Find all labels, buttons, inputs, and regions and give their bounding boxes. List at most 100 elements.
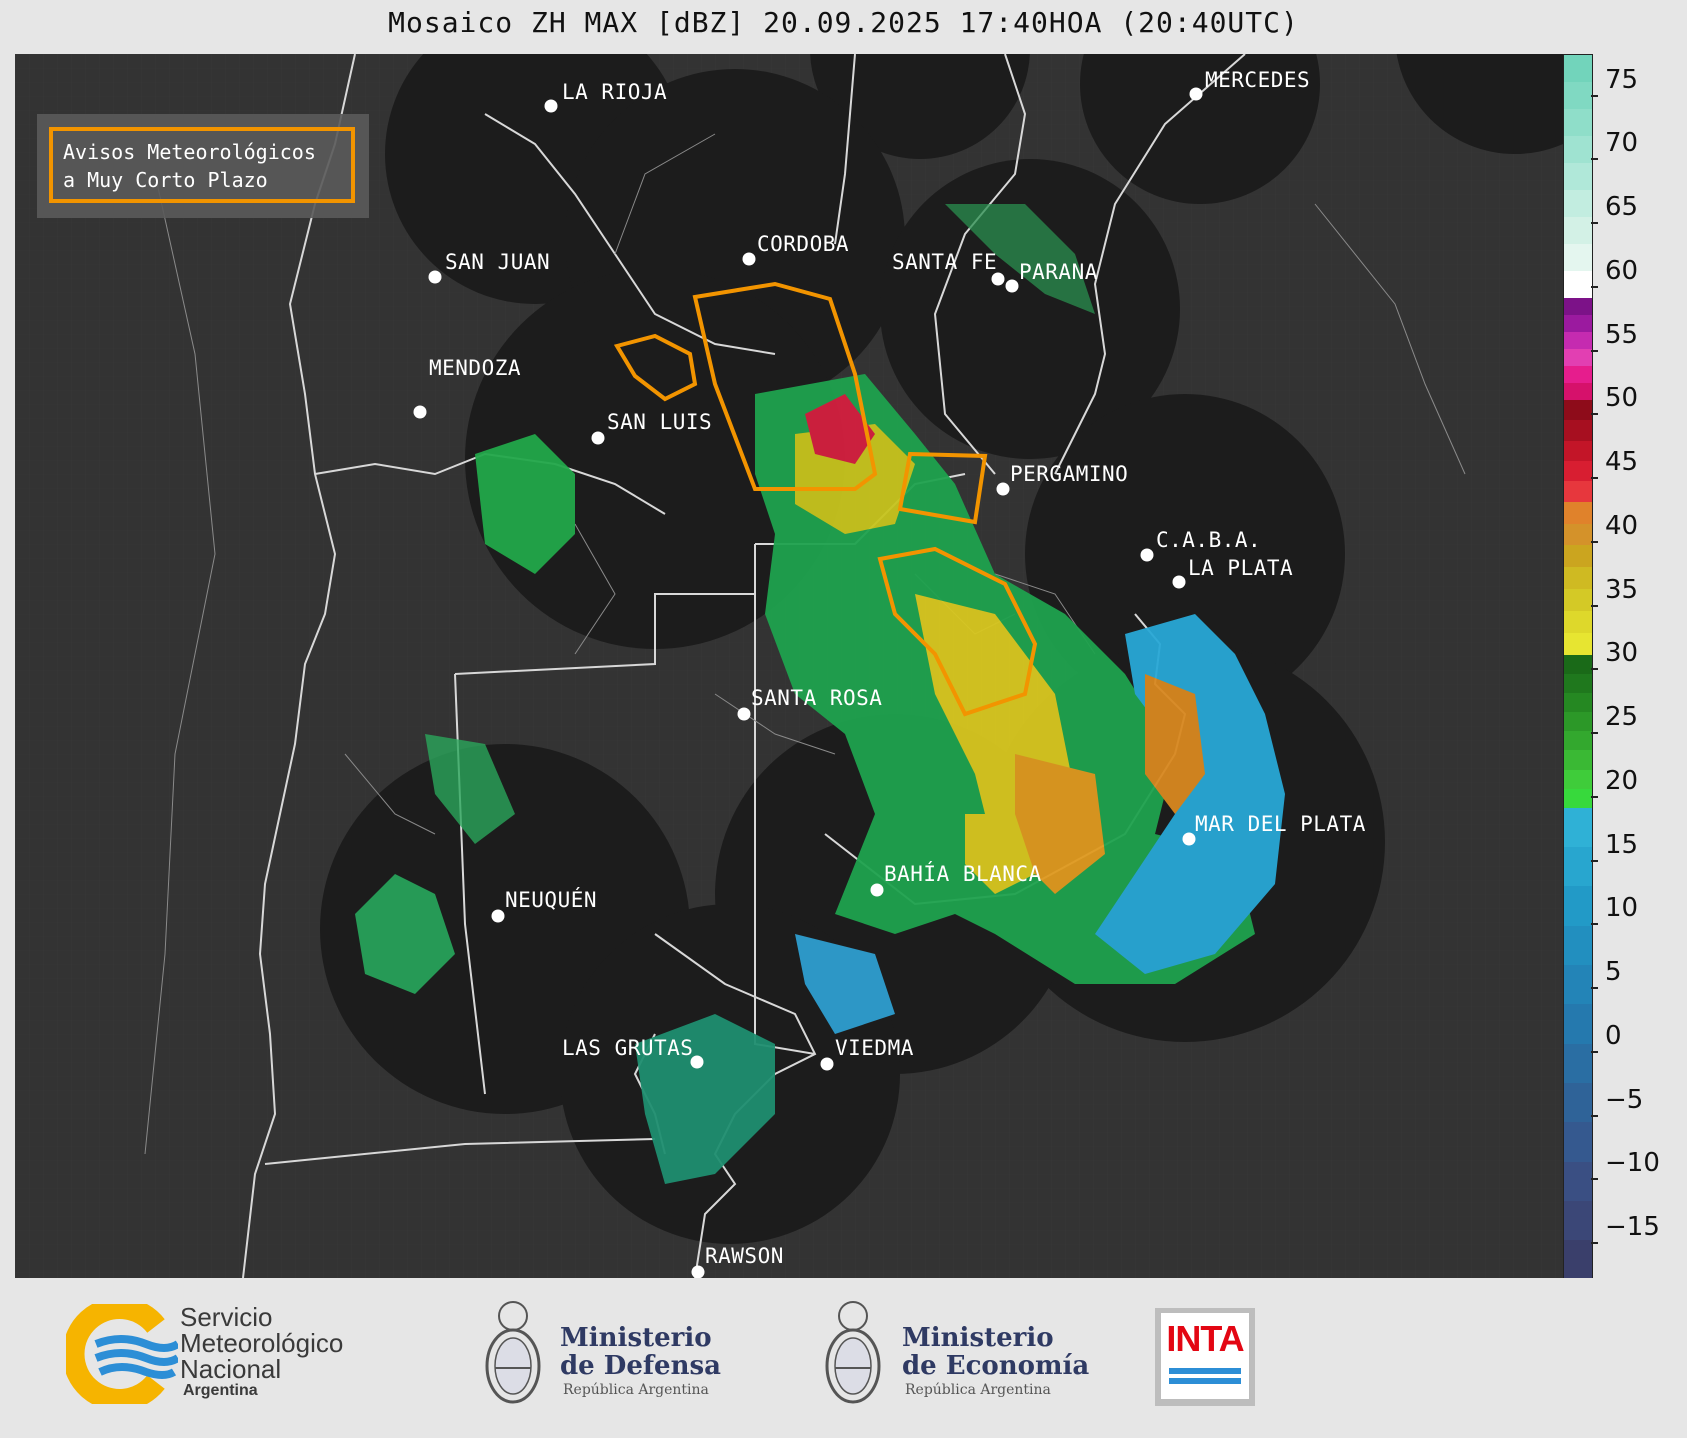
- colorbar-band: [1564, 348, 1592, 366]
- colorbar-band: [1564, 81, 1592, 110]
- city-label-santa-rosa: SANTA ROSA: [751, 686, 883, 710]
- city-label-caba: C.A.B.A.: [1156, 528, 1262, 552]
- smn-country: Argentina: [183, 1382, 258, 1399]
- colorbar-band: [1564, 588, 1592, 612]
- colorbar-tick-label: 70: [1590, 128, 1638, 173]
- colorbar-band: [1564, 769, 1592, 789]
- colorbar-band: [1564, 480, 1592, 502]
- city-marker: [991, 272, 1005, 286]
- colorbar-band: [1564, 632, 1592, 655]
- city-label-parana: PARANA: [1019, 260, 1098, 284]
- smn-logo-icon: [66, 1304, 178, 1404]
- colorbar-tick-label: 45: [1590, 447, 1638, 492]
- colorbar-band: [1564, 964, 1592, 1005]
- colorbar-band: [1564, 1239, 1592, 1280]
- colorbar-tick-label: −15: [1591, 1212, 1660, 1257]
- colorbar-tick-label: 10: [1590, 893, 1638, 938]
- colorbar-band: [1564, 846, 1592, 887]
- city-marker: [1005, 279, 1019, 293]
- colorbar-band: [1564, 711, 1592, 732]
- colorbar-tick-label: 15: [1590, 830, 1638, 875]
- colorbar-band: [1564, 1043, 1592, 1083]
- defensa-title: Ministerio de Defensa: [560, 1323, 721, 1381]
- colorbar-band: [1564, 440, 1592, 461]
- city-marker: [691, 1265, 705, 1279]
- city-label-la-plata: LA PLATA: [1188, 556, 1294, 580]
- city-marker: [428, 270, 442, 284]
- inta-label: INTA: [1166, 1318, 1244, 1359]
- inta-logo: INTA: [1155, 1308, 1255, 1406]
- smn-logo-text: Servicio Meteorológico Nacional: [180, 1302, 344, 1384]
- city-label-viedma: VIEDMA: [835, 1036, 914, 1060]
- radar-map[interactable]: Avisos Meteorológicos a Muy Corto Plazo …: [15, 54, 1563, 1279]
- colorbar-band: [1564, 673, 1592, 693]
- colorbar-tick-label: 25: [1590, 702, 1638, 747]
- colorbar-tick-label: 35: [1590, 575, 1638, 620]
- colorbar-band: [1564, 885, 1592, 926]
- city-label-bahia-blanca: BAHÍA BLANCA: [884, 862, 1042, 886]
- legend-line-1: Avisos Meteorológicos: [63, 140, 316, 164]
- colorbar-band: [1564, 297, 1592, 315]
- colorbar-band: [1564, 399, 1592, 421]
- city-label-san-luis: SAN LUIS: [607, 410, 713, 434]
- city-label-la-rioja: LA RIOJA: [562, 80, 668, 104]
- colorbar-band: [1564, 501, 1592, 524]
- coat-of-arms-economia-icon: [825, 1301, 881, 1404]
- colorbar-band: [1564, 108, 1592, 137]
- city-marker: [544, 99, 558, 113]
- city-marker: [1189, 87, 1203, 101]
- colorbar-band: [1564, 1161, 1592, 1201]
- city-label-mercedes: MERCEDES: [1205, 68, 1311, 92]
- colorbar-tick-label: 60: [1590, 256, 1638, 301]
- coat-of-arms-defensa-icon: [485, 1301, 541, 1404]
- colorbar-band: [1564, 216, 1592, 244]
- city-label-mar-del-plata: MAR DEL PLATA: [1195, 812, 1366, 836]
- colorbar-band: [1564, 1200, 1592, 1241]
- city-marker: [870, 883, 884, 897]
- colorbar-tick-label: 65: [1590, 192, 1638, 237]
- colorbar-band: [1564, 1121, 1592, 1162]
- city-marker: [737, 707, 751, 721]
- colorbar-tick-label: 0: [1591, 1021, 1622, 1066]
- economia-title: Ministerio de Economía: [902, 1323, 1090, 1381]
- footer-logos: Servicio Meteorológico Nacional Argentin…: [0, 1278, 1687, 1438]
- colorbar-band: [1564, 460, 1592, 482]
- city-label-rawson: RAWSON: [705, 1244, 784, 1268]
- city-marker: [413, 405, 427, 419]
- colorbar-band: [1564, 243, 1592, 271]
- city-marker: [1182, 832, 1196, 846]
- city-label-pergamino: PERGAMINO: [1010, 462, 1129, 486]
- defensa-subtitle: República Argentina: [563, 1382, 709, 1398]
- colorbar-band: [1564, 1082, 1592, 1123]
- colorbar-band: [1564, 365, 1592, 383]
- colorbar-band: [1564, 419, 1592, 441]
- colorbar-band: [1564, 382, 1592, 400]
- colorbar-tick-label: 40: [1590, 511, 1638, 556]
- colorbar-band: [1564, 135, 1592, 164]
- colorbar-band: [1564, 807, 1592, 848]
- colorbar-band: [1564, 523, 1592, 546]
- city-label-san-juan: SAN JUAN: [445, 250, 551, 274]
- colorbar-band: [1564, 189, 1592, 217]
- colorbar-tick-label: 55: [1590, 320, 1638, 365]
- city-marker: [742, 252, 756, 266]
- colorbar-band: [1564, 788, 1592, 808]
- city-label-santa-fe: SANTA FE: [892, 250, 998, 274]
- city-marker: [1172, 575, 1186, 589]
- colorbar-band: [1564, 331, 1592, 349]
- economia-subtitle: República Argentina: [905, 1382, 1051, 1398]
- colorbar-tick-label: 20: [1590, 766, 1638, 811]
- warnings-legend: Avisos Meteorológicos a Muy Corto Plazo: [49, 127, 355, 203]
- city-label-mendoza: MENDOZA: [429, 356, 522, 380]
- colorbar-band: [1564, 610, 1592, 633]
- colorbar-band: [1564, 566, 1592, 590]
- city-marker: [591, 431, 605, 445]
- city-marker: [996, 482, 1010, 496]
- colorbar-band: [1564, 544, 1592, 568]
- colorbar-band: [1564, 692, 1592, 713]
- colorbar-band: [1564, 730, 1592, 751]
- dbz-colorbar: [1563, 54, 1593, 1280]
- colorbar-tick-label: −5: [1590, 1085, 1643, 1130]
- colorbar-band: [1564, 749, 1592, 770]
- colorbar-band: [1564, 1003, 1592, 1044]
